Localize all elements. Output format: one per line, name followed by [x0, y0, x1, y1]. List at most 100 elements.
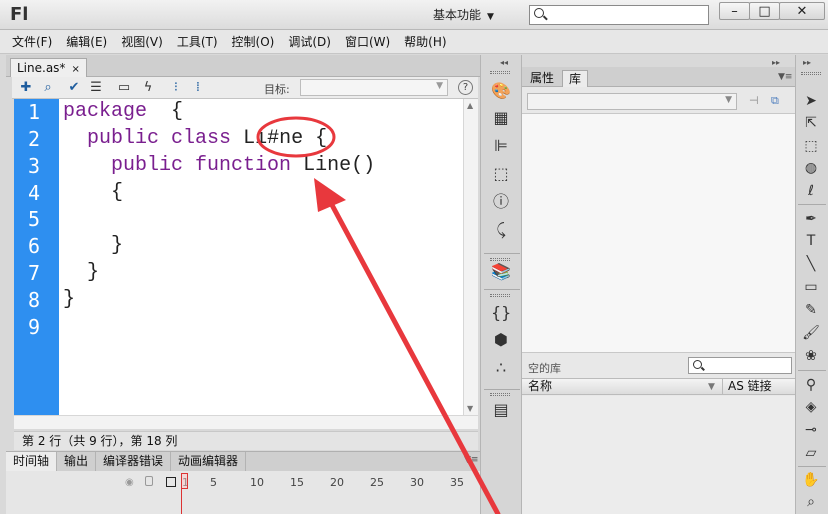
code-snippets-icon[interactable]: {} — [491, 303, 511, 323]
hand-tool-icon[interactable]: ✋ — [801, 470, 821, 490]
eyedropper-tool-icon[interactable]: ⊸ — [801, 420, 821, 440]
frame-number: 25 — [370, 476, 384, 489]
debug-icon[interactable]: ϟ — [140, 80, 156, 96]
frame-number: 30 — [410, 476, 424, 489]
menu-help[interactable]: 帮助(H) — [404, 33, 446, 50]
line-number: 4 — [27, 181, 41, 205]
menu-edit[interactable]: 编辑(E) — [66, 33, 107, 50]
menu-view[interactable]: 视图(V) — [121, 33, 163, 50]
add-icon[interactable]: ✚ — [18, 80, 34, 96]
pencil-tool-icon[interactable]: ✎ — [801, 300, 821, 320]
collapse-icon[interactable]: ⁝ — [168, 80, 184, 96]
deco-tool-icon[interactable]: ❀ — [801, 346, 821, 366]
help-icon[interactable]: ? — [458, 80, 473, 95]
menu-tools[interactable]: 工具(T) — [177, 33, 218, 50]
subselection-tool-icon[interactable]: ⇱ — [801, 113, 821, 133]
panel-menu-icon[interactable]: ▼≡ — [464, 455, 478, 465]
zoom-tool-icon[interactable]: ⌕ — [801, 492, 821, 512]
bone-tool-icon[interactable]: ⚲ — [801, 375, 821, 395]
color-palette-icon[interactable]: 🎨 — [491, 81, 511, 101]
collapse-panel-icon[interactable]: ▸▸ — [772, 58, 780, 67]
panel-menu-icon[interactable]: ▼≡ — [778, 72, 792, 82]
document-tab-label: Line.as* — [17, 61, 66, 75]
grip-handle[interactable] — [490, 393, 510, 396]
tab-properties[interactable]: 属性 — [524, 70, 560, 87]
lasso-tool-icon[interactable]: ℓ — [801, 181, 821, 201]
line-number: 8 — [27, 288, 41, 312]
grip-handle[interactable] — [490, 258, 510, 261]
rectangle-tool-icon[interactable]: ▭ — [801, 277, 821, 297]
library-icon[interactable]: 📚 — [491, 262, 511, 282]
minimize-button[interactable]: – — [719, 2, 750, 20]
code-editor[interactable]: package { public class Li#ne { public fu… — [59, 99, 463, 415]
library-search-input[interactable] — [688, 357, 792, 374]
eye-icon[interactable]: ◉ — [125, 477, 134, 488]
document-tab-bar: Line.as* × — [6, 55, 480, 77]
find-icon[interactable]: ⌕ — [40, 80, 56, 96]
expand-icon[interactable]: ⁞ — [190, 80, 206, 96]
show-hints-icon[interactable]: ▭ — [116, 80, 132, 96]
paint-bucket-tool-icon[interactable]: ◈ — [801, 397, 821, 417]
library-document-select[interactable]: ▼ — [527, 93, 737, 110]
chevron-down-icon: ▼ — [436, 81, 443, 91]
tab-timeline[interactable]: 时间轴 — [6, 452, 58, 471]
help-search-input[interactable] — [529, 5, 709, 25]
lock-icon[interactable] — [145, 476, 153, 486]
components-icon[interactable]: ⬢ — [491, 330, 511, 350]
collapse-panel-icon[interactable]: ◂◂ — [500, 58, 508, 67]
workspace-switcher[interactable]: 基本功能 ▼ — [433, 6, 519, 24]
vertical-scrollbar[interactable]: ▲ ▼ — [463, 99, 478, 415]
menu-control[interactable]: 控制(O) — [232, 33, 275, 50]
transform-icon[interactable]: ⬚ — [491, 164, 511, 184]
code-line: } — [111, 234, 124, 257]
playhead[interactable] — [181, 473, 188, 514]
selection-tool-icon[interactable]: ➤ — [801, 91, 821, 111]
horizontal-scrollbar[interactable] — [14, 415, 478, 429]
free-transform-tool-icon[interactable]: ⬚ — [801, 136, 821, 156]
code-line: public class Li#ne { — [87, 127, 328, 150]
motion-presets-icon[interactable]: ∴ — [491, 358, 511, 378]
scroll-up-icon[interactable]: ▲ — [467, 101, 473, 110]
align-icon[interactable]: ⊫ — [491, 136, 511, 156]
document-tab[interactable]: Line.as* × — [10, 58, 87, 77]
pin-icon[interactable]: ⊣ — [749, 94, 759, 107]
sort-icon[interactable]: ▼ — [708, 380, 715, 395]
menu-window[interactable]: 窗口(W) — [345, 33, 390, 50]
tab-library[interactable]: 库 — [562, 70, 589, 87]
column-as-linkage[interactable]: AS 链接 — [722, 379, 772, 394]
info-icon[interactable]: ⓘ — [491, 192, 511, 212]
library-column-header: 名称 ▼ AS 链接 — [522, 378, 795, 395]
menu-file[interactable]: 文件(F) — [12, 33, 52, 50]
tab-output[interactable]: 输出 — [57, 452, 97, 471]
line-tool-icon[interactable]: ╲ — [801, 254, 821, 274]
project-icon[interactable]: ▤ — [491, 400, 511, 420]
line-number-gutter: 1 2 3 4 5 6 7 8 9 — [14, 99, 59, 415]
tab-motion-editor[interactable]: 动画编辑器 — [171, 452, 247, 471]
swatches-icon[interactable]: ▦ — [491, 108, 511, 128]
collapse-panel-icon[interactable]: ▸▸ — [803, 58, 811, 67]
line-number: 5 — [27, 207, 41, 231]
close-button[interactable]: ✕ — [779, 2, 825, 20]
tab-compiler-errors[interactable]: 编译器错误 — [96, 452, 172, 471]
target-select[interactable]: ▼ — [300, 79, 448, 96]
close-icon[interactable]: × — [71, 64, 79, 75]
frame-ruler[interactable]: 1 5 10 15 20 25 30 35 — [170, 476, 470, 490]
scroll-down-icon[interactable]: ▼ — [467, 404, 473, 413]
3d-rotation-tool-icon[interactable]: ◍ — [801, 158, 821, 178]
auto-format-icon[interactable]: ☰ — [88, 80, 104, 96]
check-syntax-icon[interactable]: ✔ — [66, 80, 82, 96]
menu-debug[interactable]: 调试(D) — [288, 33, 331, 50]
library-item-list[interactable] — [522, 396, 795, 514]
grip-handle[interactable] — [490, 294, 510, 297]
grip-handle[interactable] — [801, 72, 821, 75]
maximize-button[interactable]: □ — [749, 2, 780, 20]
eraser-tool-icon[interactable]: ▱ — [801, 443, 821, 463]
history-icon[interactable]: ⤹ — [491, 220, 511, 240]
grip-handle[interactable] — [490, 71, 510, 74]
line-number: 3 — [27, 154, 41, 178]
column-name[interactable]: 名称 — [528, 379, 552, 394]
brush-tool-icon[interactable]: 🖌 — [801, 323, 821, 343]
text-tool-icon[interactable]: T — [801, 231, 821, 251]
pen-tool-icon[interactable]: ✒ — [801, 209, 821, 229]
new-library-icon[interactable]: ⧉ — [771, 94, 779, 108]
